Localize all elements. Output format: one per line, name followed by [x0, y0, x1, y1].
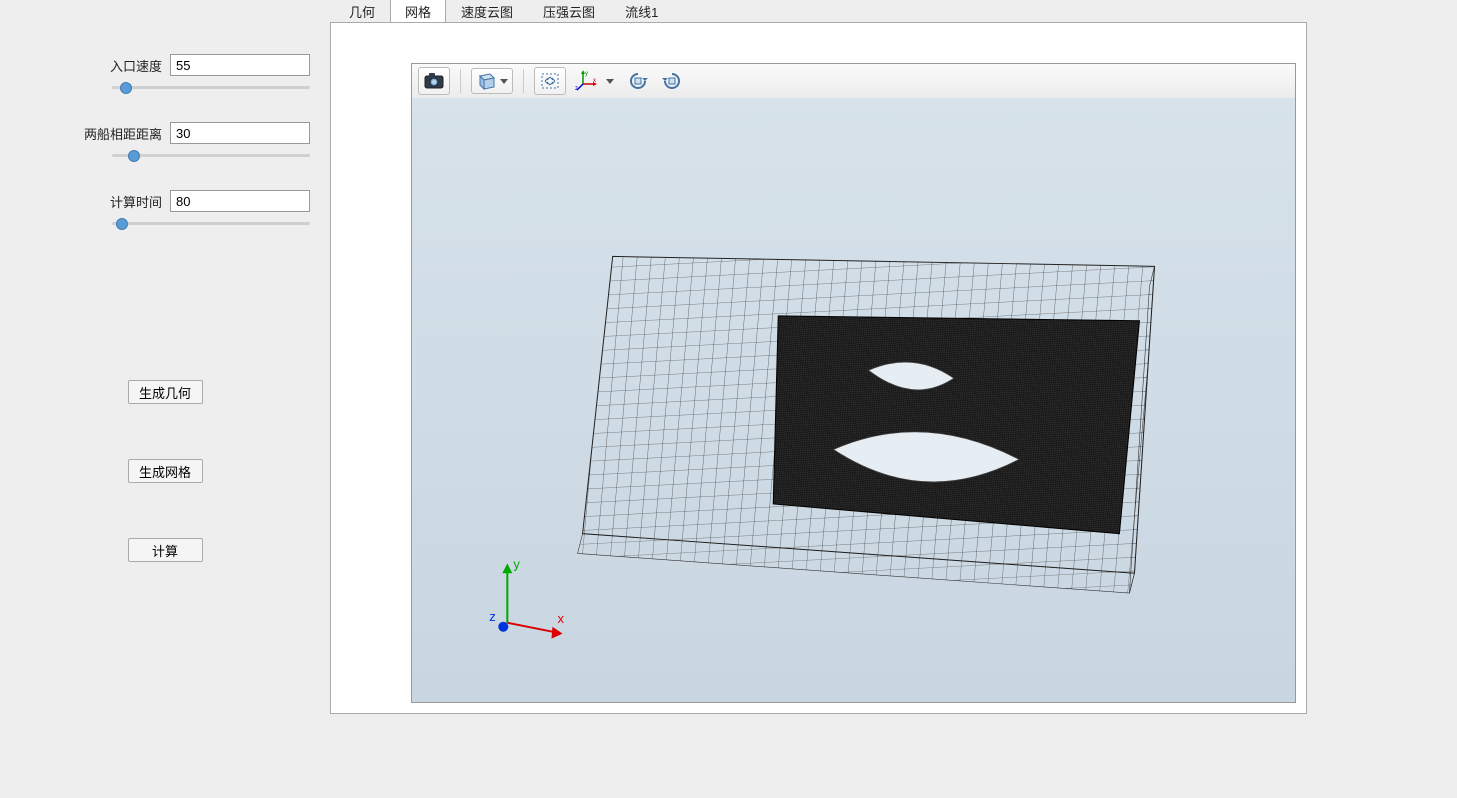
svg-text:z: z — [575, 86, 578, 92]
fit-to-screen-icon — [540, 72, 560, 90]
ship-distance-slider[interactable] — [112, 148, 310, 162]
param-compute-time-label: 计算时间 — [110, 192, 162, 211]
rotate-ccw-button[interactable] — [624, 67, 652, 95]
param-ship-distance-label: 两船相距距离 — [84, 124, 162, 143]
canvas-3d-viewport[interactable]: y x z — [412, 98, 1295, 702]
param-inlet-velocity-row: 入口速度 — [20, 54, 310, 76]
bounding-box-icon — [476, 72, 496, 90]
axis-y-label: y — [513, 556, 520, 571]
axis-z-label: z — [489, 609, 496, 624]
inlet-velocity-input[interactable] — [170, 54, 310, 76]
bounding-box-button[interactable] — [471, 68, 513, 94]
view-panel: y x z — [330, 22, 1307, 714]
mesh-render: y x z — [412, 98, 1295, 702]
canvas-container: y x z — [411, 63, 1296, 703]
axes-orientation-icon: y x z — [575, 70, 597, 92]
tab-geometry[interactable]: 几何 — [334, 0, 390, 23]
chevron-down-icon — [500, 79, 508, 84]
svg-text:y: y — [585, 71, 588, 77]
canvas-toolbar: y x z — [412, 64, 1295, 99]
inlet-velocity-slider[interactable] — [112, 80, 310, 94]
ship-distance-input[interactable] — [170, 122, 310, 144]
sidebar: 入口速度 两船相距距离 计算时间 — [0, 0, 330, 798]
slider-thumb[interactable] — [120, 82, 132, 94]
main-area: 几何网格速度云图压强云图流线1 — [330, 0, 1457, 798]
slider-thumb[interactable] — [116, 218, 128, 230]
generate-mesh-button[interactable]: 生成网格 — [128, 459, 203, 483]
slider-thumb[interactable] — [128, 150, 140, 162]
tab-pressure[interactable]: 压强云图 — [528, 0, 610, 23]
axis-x-label: x — [557, 611, 564, 626]
generate-geometry-button[interactable]: 生成几何 — [128, 380, 203, 404]
axes-orientation-button[interactable]: y x z — [572, 67, 600, 95]
tab-velocity[interactable]: 速度云图 — [446, 0, 528, 23]
param-inlet-velocity-label: 入口速度 — [110, 56, 162, 75]
fit-to-screen-button[interactable] — [534, 67, 566, 95]
tab-bar: 几何网格速度云图压强云图流线1 — [330, 0, 1307, 22]
axes-orientation-dropdown[interactable] — [602, 67, 618, 95]
tab-mesh[interactable]: 网格 — [390, 0, 446, 23]
rotate-ccw-icon — [627, 71, 649, 91]
snapshot-icon — [424, 73, 444, 89]
tab-streamline1[interactable]: 流线1 — [610, 0, 673, 23]
compute-button[interactable]: 计算 — [128, 538, 203, 562]
rotate-cw-icon — [661, 71, 683, 91]
param-compute-time-row: 计算时间 — [20, 190, 310, 212]
snapshot-button[interactable] — [418, 67, 450, 95]
compute-time-slider[interactable] — [112, 216, 310, 230]
compute-time-input[interactable] — [170, 190, 310, 212]
svg-text:x: x — [593, 78, 596, 84]
chevron-down-icon — [606, 79, 614, 84]
param-ship-distance-row: 两船相距距离 — [20, 122, 310, 144]
rotate-cw-button[interactable] — [658, 67, 686, 95]
